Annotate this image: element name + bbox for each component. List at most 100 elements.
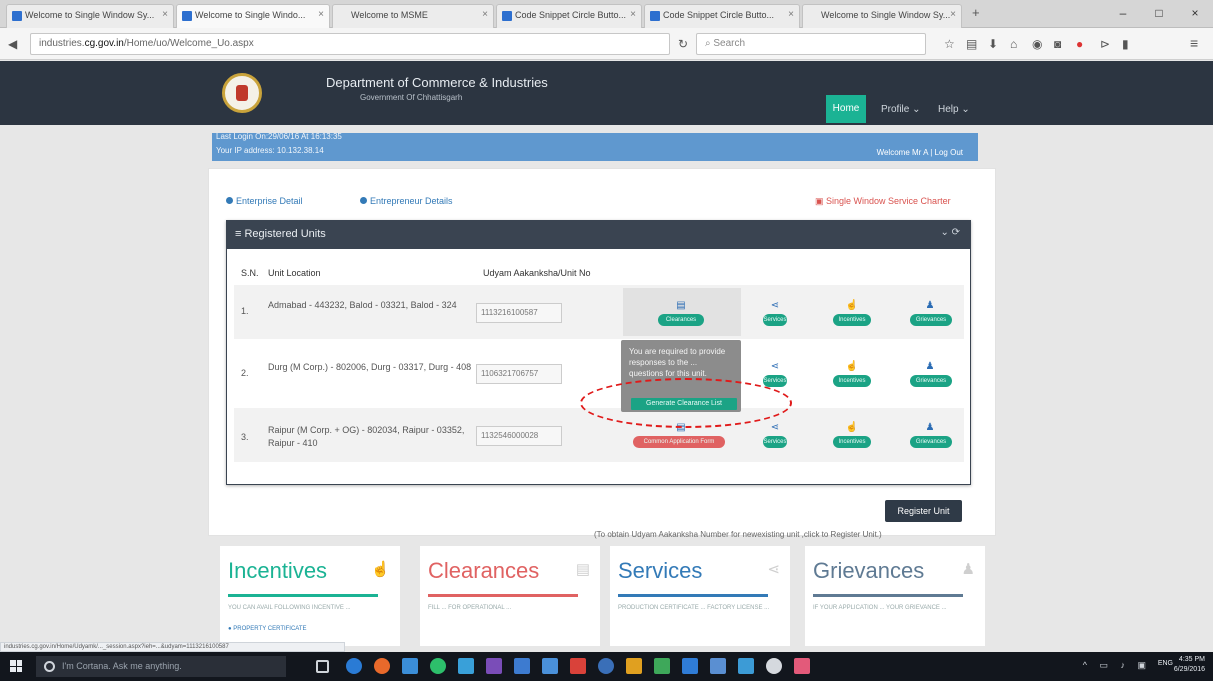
task-view-icon[interactable] — [316, 660, 329, 673]
system-tray-icons[interactable]: ^ ▭ ♪ ▣ — [1083, 660, 1151, 671]
browser-tab[interactable]: Code Snippet Circle Butto... × — [496, 4, 642, 28]
adblock-icon[interactable]: ● — [1076, 37, 1083, 51]
incentives-button[interactable]: Incentives — [833, 436, 871, 448]
grievances-button[interactable]: Grievances — [910, 436, 952, 448]
common-application-form-button[interactable]: Common Application Form — [633, 436, 725, 448]
clearances-card[interactable]: Clearances ▤ FILL ... FOR OPERATIONAL ..… — [420, 546, 600, 646]
visual-studio-icon[interactable] — [486, 658, 502, 674]
browser-navbar: ◀ industries.cg.gov.in/Home/uo/Welcome_U… — [0, 28, 1213, 60]
panel-header: ≡ Registered Units ⌄ ⟳ — [227, 221, 970, 249]
app-icon[interactable] — [570, 658, 586, 674]
column-header-location: Unit Location — [268, 268, 321, 278]
incentives-button[interactable]: Incentives — [833, 314, 871, 326]
windows-taskbar: I'm Cortana. Ask me anything. ^ ▭ ♪ ▣ EN… — [0, 652, 1213, 681]
services-button[interactable]: Services — [763, 436, 787, 448]
app-icon[interactable] — [430, 658, 446, 674]
entrepreneur-details-link[interactable]: Entrepreneur Details — [360, 196, 453, 206]
services-button[interactable]: Services — [763, 375, 787, 387]
app-icon[interactable] — [682, 658, 698, 674]
nav-help[interactable]: Help ⌄ — [932, 99, 976, 121]
browser-tab[interactable]: Welcome to Single Window Sy... × — [802, 4, 962, 28]
close-tab-icon[interactable]: × — [788, 9, 794, 20]
menu-icon[interactable]: ≡ — [1190, 35, 1198, 51]
browser-tab[interactable]: Welcome to Single Window Sy... × — [6, 4, 174, 28]
app-icon[interactable] — [794, 658, 810, 674]
back-arrow-icon[interactable]: ◀ — [8, 37, 17, 51]
welcome-logout[interactable]: Welcome Mr A | Log Out — [877, 148, 963, 157]
home-icon[interactable]: ⌂ — [1010, 37, 1017, 51]
government-emblem-logo — [222, 73, 262, 113]
download-icon[interactable]: ⬇ — [988, 37, 998, 51]
app-icon[interactable] — [710, 658, 726, 674]
row-location: Durg (M Corp.) - 802006, Durg - 03317, D… — [268, 362, 472, 372]
row-location: Admabad - 443232, Balod - 03321, Balod -… — [268, 300, 457, 310]
service-charter-link[interactable]: ▣ Single Window Service Charter — [815, 196, 951, 207]
minimize-button[interactable]: – — [1105, 0, 1141, 28]
maximize-button[interactable]: □ — [1141, 0, 1177, 28]
reading-list-icon[interactable]: ▤ — [966, 37, 977, 51]
close-tab-icon[interactable]: × — [950, 9, 956, 20]
cortana-search-box[interactable]: I'm Cortana. Ask me anything. — [36, 656, 286, 677]
incentives-card[interactable]: Incentives ☝ YOU CAN AVAIL FOLLOWING INC… — [220, 546, 400, 646]
clock-date: 6/29/2016 — [1173, 666, 1205, 673]
app-icon[interactable] — [738, 658, 754, 674]
card-text: IF YOUR APPLICATION ... YOUR GRIEVANCE .… — [813, 605, 947, 611]
page-icon — [12, 11, 22, 21]
app-icon[interactable] — [598, 658, 614, 674]
incentives-button[interactable]: Incentives — [833, 375, 871, 387]
grievances-button[interactable]: Grievances — [910, 314, 952, 326]
enterprise-detail-link[interactable]: Enterprise Detail — [226, 196, 303, 206]
firefox-icon[interactable] — [374, 658, 390, 674]
sync-icon[interactable]: ◉ — [1032, 37, 1042, 51]
close-tab-icon[interactable]: × — [162, 9, 168, 20]
udyam-field: 1113216100587 — [476, 303, 562, 323]
share-icon: ⋖ — [767, 561, 780, 578]
grievances-card[interactable]: Grievances ♟ IF YOUR APPLICATION ... YOU… — [805, 546, 985, 646]
clearance-icon: ▤ — [676, 300, 686, 311]
app-icon[interactable] — [654, 658, 670, 674]
register-unit-button[interactable]: Register Unit — [885, 500, 962, 522]
app-icon[interactable] — [458, 658, 474, 674]
star-icon[interactable]: ☆ — [944, 37, 955, 51]
url-bar[interactable]: industries.cg.gov.in/Home/uo/Welcome_Uo.… — [30, 33, 670, 55]
edge-icon[interactable] — [346, 658, 362, 674]
row-sn: 1. — [241, 306, 249, 316]
app-icon[interactable] — [514, 658, 530, 674]
clearances-button[interactable]: Clearances — [658, 314, 704, 326]
panel-controls[interactable]: ⌄ ⟳ — [940, 227, 960, 238]
new-tab-button[interactable]: + — [972, 5, 980, 20]
url-prefix: industries. — [39, 38, 85, 49]
share-icon: ⋖ — [770, 300, 780, 311]
browser-tabbar: Welcome to Single Window Sy... × Welcome… — [0, 0, 1213, 28]
browser-search-input[interactable]: ⌕ Search — [696, 33, 926, 55]
browser-tab[interactable]: Welcome to MSME × — [332, 4, 494, 28]
app-icon[interactable] — [626, 658, 642, 674]
services-button[interactable]: Services — [763, 314, 787, 326]
reload-icon[interactable]: ↻ — [678, 37, 688, 51]
close-tab-icon[interactable]: × — [630, 9, 636, 20]
language-indicator[interactable]: ENG — [1158, 660, 1173, 667]
app-icon[interactable] — [542, 658, 558, 674]
grievances-button[interactable]: Grievances — [910, 375, 952, 387]
nav-profile[interactable]: Profile ⌄ — [875, 99, 927, 121]
card-underline — [618, 594, 768, 597]
browser-tab[interactable]: Code Snippet Circle Butto... × — [644, 4, 800, 28]
close-tab-icon[interactable]: × — [482, 9, 488, 20]
windows-start-icon[interactable] — [10, 660, 22, 672]
url-domain: cg.gov.in — [84, 38, 124, 49]
app-icon[interactable] — [402, 658, 418, 674]
close-tab-icon[interactable]: × — [318, 9, 324, 20]
services-card[interactable]: Services ⋖ PRODUCTION CERTIFICATE ... FA… — [610, 546, 790, 646]
nav-home[interactable]: Home — [826, 95, 866, 123]
clock[interactable]: 4:35 PM 6/29/2016 — [1174, 655, 1205, 675]
document-icon: ▣ — [815, 196, 827, 206]
property-certificate-link[interactable]: ● PROPERTY CERTIFICATE — [228, 626, 307, 632]
pocket-icon[interactable]: ◙ — [1054, 37, 1061, 51]
extension-icon[interactable]: ▮ — [1122, 37, 1129, 51]
bullet-icon — [360, 197, 367, 204]
close-window-button[interactable]: × — [1177, 0, 1213, 28]
extension-icon[interactable]: ⊳ — [1100, 37, 1110, 51]
browser-tab-active[interactable]: Welcome to Single Windo... × — [176, 4, 330, 28]
url-path: /Home/uo/Welcome_Uo.aspx — [123, 38, 254, 49]
app-icon[interactable] — [766, 658, 782, 674]
